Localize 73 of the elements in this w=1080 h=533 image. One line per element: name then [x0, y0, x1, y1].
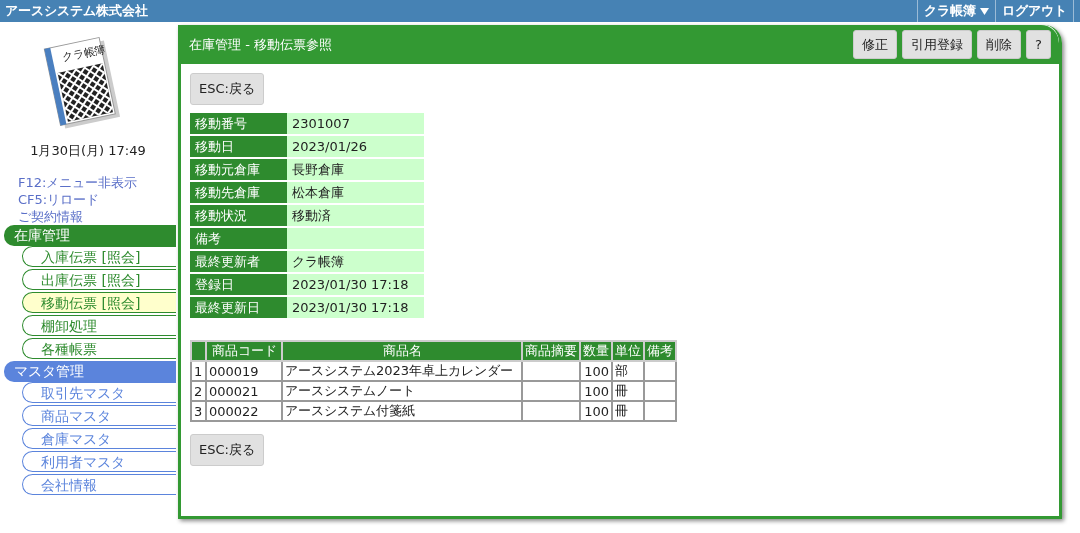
menu-item[interactable]: 移動伝票 [照会]	[22, 292, 176, 313]
field-label: 移動番号	[190, 113, 287, 134]
table-cell	[522, 381, 580, 401]
back-button[interactable]: ESC:戻る	[190, 434, 264, 466]
field-value: クラ帳簿	[287, 251, 424, 272]
table-cell: 100	[580, 401, 612, 421]
table-cell: 3	[191, 401, 206, 421]
table-cell: 000022	[206, 401, 282, 421]
field-value: 2023/01/26	[287, 136, 424, 157]
toolbar-button[interactable]: ?	[1026, 30, 1051, 59]
menu-item[interactable]: 棚卸処理	[22, 315, 176, 336]
table-header: 単位	[612, 341, 644, 361]
table-cell	[644, 401, 676, 421]
menu-link[interactable]: CF5:リロード	[18, 191, 100, 208]
field-label: 最終更新者	[190, 251, 287, 272]
field-value: 2301007	[287, 113, 424, 134]
back-button[interactable]: ESC:戻る	[190, 73, 264, 105]
menu-item[interactable]: 各種帳票	[22, 338, 176, 359]
field-value: 移動済	[287, 205, 424, 226]
table-cell: アースシステムノート	[282, 381, 522, 401]
field-value: 長野倉庫	[287, 159, 424, 180]
field-value: 2023/01/30 17:18	[287, 274, 424, 295]
menu-item[interactable]: 取引先マスタ	[22, 382, 176, 403]
menu-item[interactable]: 商品マスタ	[22, 405, 176, 426]
table-header: 商品摘要	[522, 341, 580, 361]
table-header: 商品コード	[206, 341, 282, 361]
logout-link[interactable]: ログアウト	[995, 0, 1073, 22]
menu-link[interactable]: ご契約情報	[18, 208, 83, 225]
caret-icon	[980, 7, 989, 15]
company-name: アースシステム株式会社	[4, 2, 149, 20]
panel-title: 在庫管理 - 移動伝票参照	[189, 35, 333, 54]
field-value: 松本倉庫	[287, 182, 424, 203]
table-cell: アースシステム2023年卓上カレンダー	[282, 361, 522, 381]
menu-section-header[interactable]: マスタ管理	[4, 361, 176, 382]
table-cell: 2	[191, 381, 206, 401]
menu-section-header[interactable]: 在庫管理	[4, 225, 176, 246]
table-cell	[644, 361, 676, 381]
user-menu[interactable]: クラ帳簿	[917, 0, 995, 22]
menu-item[interactable]: 倉庫マスタ	[22, 428, 176, 449]
toolbar-button[interactable]: 修正	[853, 30, 898, 59]
table-cell: 100	[580, 381, 612, 401]
field-label: 最終更新日	[190, 297, 287, 318]
table-cell: 冊	[612, 381, 644, 401]
menu-item[interactable]: 入庫伝票 [照会]	[22, 246, 176, 267]
table-cell	[644, 381, 676, 401]
table-header: 備考	[644, 341, 676, 361]
menu-item[interactable]: 会社情報	[22, 474, 176, 495]
table-cell	[522, 401, 580, 421]
table-header: 商品名	[282, 341, 522, 361]
field-label: 備考	[190, 228, 287, 249]
menu-link[interactable]: F12:メニュー非表示	[18, 174, 138, 191]
date-time: 1月30日(月) 17:49	[29, 142, 147, 160]
table-cell: アースシステム付箋紙	[282, 401, 522, 421]
toolbar-button[interactable]: 引用登録	[902, 30, 973, 59]
table-header: 数量	[580, 341, 612, 361]
table-cell: 100	[580, 361, 612, 381]
field-label: 移動日	[190, 136, 287, 157]
table-header	[191, 341, 206, 361]
field-label: 移動先倉庫	[190, 182, 287, 203]
table-cell: 000019	[206, 361, 282, 381]
field-label: 移動元倉庫	[190, 159, 287, 180]
menu-item[interactable]: 出庫伝票 [照会]	[22, 269, 176, 290]
field-label: 移動状況	[190, 205, 287, 226]
table-cell: 1	[191, 361, 206, 381]
table-cell	[522, 361, 580, 381]
logo-text: クラ帳簿	[60, 41, 108, 66]
toolbar-button[interactable]: 削除	[977, 30, 1022, 59]
table-cell: 冊	[612, 401, 644, 421]
table-cell: 部	[612, 361, 644, 381]
table-cell: 000021	[206, 381, 282, 401]
menu-item[interactable]: 利用者マスタ	[22, 451, 176, 472]
field-label: 登録日	[190, 274, 287, 295]
field-value: 2023/01/30 17:18	[287, 297, 424, 318]
